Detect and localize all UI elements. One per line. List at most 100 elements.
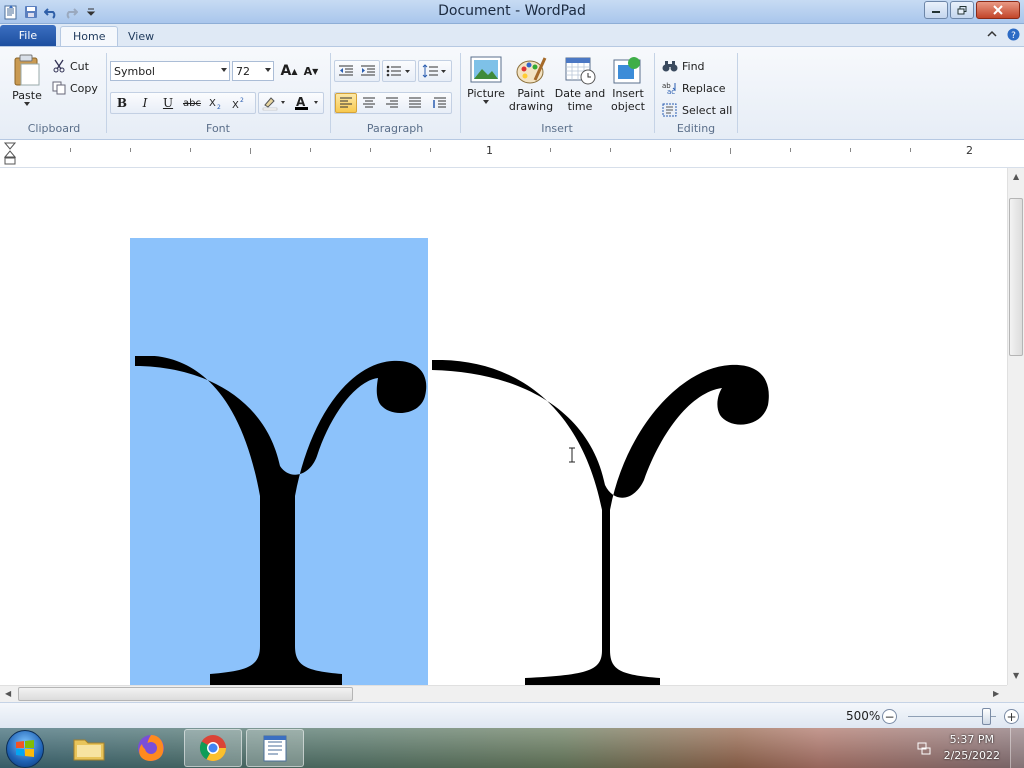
paragraph-settings-button[interactable]	[429, 93, 451, 113]
decrease-indent-button[interactable]	[335, 61, 357, 81]
justify-button[interactable]	[404, 93, 426, 113]
vertical-scrollbar[interactable]: ▲ ▼	[1007, 168, 1024, 685]
firefox-icon	[138, 735, 164, 761]
line-spacing-icon	[422, 64, 446, 78]
status-bar: 500% − +	[0, 702, 1024, 728]
picture-icon	[470, 56, 502, 83]
ruler-tick	[310, 148, 311, 152]
font-family-dropdown[interactable]: Symbol	[110, 61, 230, 81]
align-right-button[interactable]	[381, 93, 403, 113]
shrink-font-glyph: A	[303, 64, 313, 78]
copy-label: Copy	[70, 81, 98, 95]
shrink-font-button[interactable]: A ▼	[300, 61, 322, 81]
subscript-button[interactable]: X2	[205, 93, 227, 113]
increase-indent-button[interactable]	[357, 61, 379, 81]
taskbar-clock[interactable]: 5:37 PM 2/25/2022	[944, 732, 1000, 764]
start-button[interactable]	[6, 730, 44, 768]
select-all-icon	[662, 103, 677, 117]
highlighter-icon	[262, 97, 285, 111]
paint-drawing-button[interactable]: Paint drawing	[508, 55, 554, 113]
increase-indent-icon	[361, 65, 375, 76]
zoom-in-button[interactable]: +	[1004, 709, 1019, 724]
justify-icon	[409, 97, 421, 108]
ruler-tick	[190, 148, 191, 152]
editing-group: Find ab ac Replace Select all Editing	[656, 51, 736, 137]
align-left-button[interactable]	[335, 93, 357, 113]
scroll-down-icon[interactable]: ▼	[1013, 671, 1019, 680]
tab-home[interactable]: Home	[60, 26, 119, 46]
superscript-button[interactable]: X2	[228, 93, 250, 113]
maximize-button[interactable]	[950, 1, 974, 19]
show-desktop-button[interactable]	[1010, 728, 1024, 768]
help-icon[interactable]: ?	[1006, 27, 1020, 41]
align-center-button[interactable]	[358, 93, 380, 113]
paragraph-group-label: Paragraph	[366, 122, 424, 135]
highlight-color-button[interactable]	[259, 93, 289, 113]
group-divider	[460, 53, 461, 133]
zoom-out-button[interactable]: −	[882, 709, 897, 724]
strikethrough-glyph: abc	[183, 97, 201, 109]
zoom-slider-thumb[interactable]	[982, 708, 991, 725]
chevron-down-icon	[265, 68, 271, 72]
line-spacing-button[interactable]	[419, 61, 451, 81]
replace-icon: abac	[662, 82, 676, 95]
editing-group-label: Editing	[676, 122, 716, 135]
picture-button[interactable]: Picture	[464, 55, 508, 104]
copy-button[interactable]: Copy	[52, 79, 98, 97]
scroll-left-icon[interactable]: ◀	[5, 689, 11, 698]
italic-button[interactable]: I	[134, 93, 156, 113]
ruler-tick	[250, 148, 251, 154]
insert-object-button[interactable]: Insert object	[606, 55, 650, 113]
grow-font-button[interactable]: A ▲	[278, 61, 300, 81]
text-color-button[interactable]: A	[291, 93, 323, 113]
clock-time: 5:37 PM	[949, 733, 994, 746]
chevron-down-icon	[24, 102, 30, 106]
svg-text:X: X	[232, 100, 239, 110]
zoom-level-label[interactable]: 500%	[846, 709, 880, 723]
tab-view[interactable]: View	[116, 26, 166, 46]
close-button[interactable]	[976, 1, 1020, 19]
underline-button[interactable]: U	[157, 93, 179, 113]
file-tab[interactable]: File	[0, 25, 56, 46]
font-size-dropdown[interactable]: 72	[232, 61, 274, 81]
cut-button[interactable]: Cut	[52, 57, 89, 75]
find-button[interactable]: Find	[662, 57, 705, 75]
select-all-button[interactable]: Select all	[662, 101, 732, 119]
scissors-icon	[53, 59, 65, 73]
taskbar-chrome[interactable]	[184, 729, 242, 767]
paint-drawing-label-line1: Paint	[517, 87, 545, 100]
vertical-scroll-thumb[interactable]	[1009, 198, 1023, 356]
horizontal-scrollbar[interactable]: ◀ ▶	[0, 685, 1007, 702]
replace-button[interactable]: ab ac Replace	[662, 79, 726, 97]
indent-marker-icon[interactable]	[4, 142, 16, 166]
date-time-button[interactable]: Date and time	[554, 55, 606, 113]
scroll-up-icon[interactable]: ▲	[1013, 172, 1019, 181]
grow-font-glyph: A	[280, 63, 292, 79]
bullet-list-button[interactable]	[383, 61, 415, 81]
binoculars-icon	[662, 61, 678, 72]
chevron-down-icon	[483, 100, 489, 104]
horizontal-scroll-thumb[interactable]	[18, 687, 353, 701]
minimize-ribbon-icon[interactable]	[985, 27, 999, 41]
document-editor[interactable]	[0, 168, 1007, 685]
chrome-icon	[199, 735, 227, 762]
strikethrough-button[interactable]: abc	[181, 93, 203, 113]
date-time-label-line1: Date and	[554, 87, 606, 100]
ruler-tick	[70, 148, 71, 152]
taskbar-wordpad[interactable]	[246, 729, 304, 767]
network-icon[interactable]	[916, 740, 932, 756]
ruler-tick	[550, 148, 551, 152]
bold-button[interactable]: B	[111, 93, 133, 113]
cut-label: Cut	[70, 59, 89, 73]
paint-drawing-label-line2: drawing	[508, 100, 554, 113]
taskbar-firefox[interactable]	[122, 729, 180, 767]
subscript-icon: X2	[209, 98, 221, 110]
minimize-button[interactable]	[924, 1, 948, 19]
paste-button[interactable]: Paste	[8, 53, 46, 106]
taskbar-file-explorer[interactable]	[60, 729, 118, 767]
scroll-right-icon[interactable]: ▶	[993, 689, 999, 698]
ruler[interactable]: 1 2	[0, 140, 1024, 168]
upsilon-hook-glyph	[432, 360, 769, 685]
align-left-icon	[340, 97, 352, 108]
align-right-icon	[386, 97, 398, 108]
